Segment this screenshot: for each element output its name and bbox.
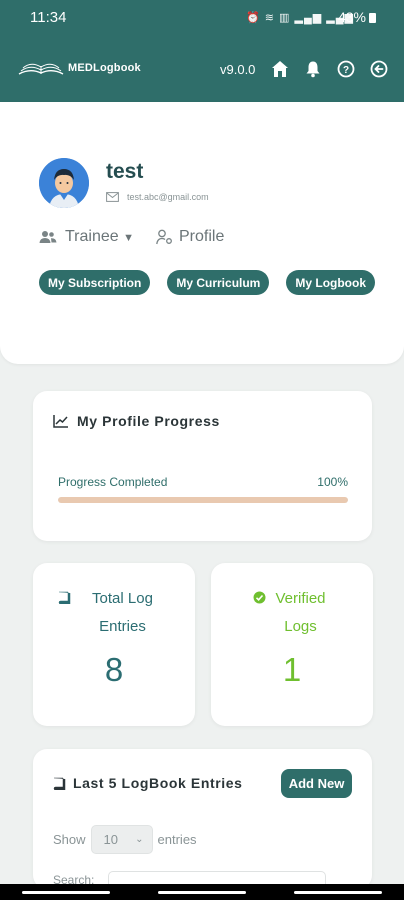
- user-cog-icon: [156, 229, 172, 245]
- total-log-label-row: Total Log Entries: [33, 585, 195, 641]
- entries-label: entries: [157, 832, 197, 847]
- chart-line-icon: [53, 415, 68, 428]
- back-button[interactable]: [294, 891, 382, 894]
- role-select[interactable]: Trainee ▼: [65, 228, 134, 246]
- svg-text:?: ?: [343, 65, 349, 76]
- home-button[interactable]: [158, 891, 246, 894]
- page-size-row: Show 10 ⌄ entries: [53, 825, 197, 854]
- users-icon: [39, 231, 57, 243]
- progress-label: Progress Completed: [58, 475, 168, 489]
- check-circle-icon: [253, 591, 265, 604]
- total-log-entries-card[interactable]: Total Log Entries 8: [33, 563, 195, 726]
- bell-icon[interactable]: [303, 59, 323, 79]
- show-label: Show: [53, 832, 86, 847]
- profile-card: test test.abc@gmail.com Trainee ▼ Profil…: [0, 102, 404, 364]
- page-size-value: 10: [103, 832, 118, 847]
- verified-logs-label: Verified Logs: [275, 590, 326, 635]
- clock: 11:34: [30, 9, 67, 26]
- verified-label-row: Verified Logs: [211, 585, 373, 641]
- my-logbook-button[interactable]: My Logbook: [286, 270, 376, 295]
- profile-actions: My Subscription My Curriculum My Logbook: [39, 270, 376, 295]
- logbook-title: Last 5 LogBook Entries: [53, 775, 243, 791]
- profile-progress-card: My Profile Progress Progress Completed 1…: [33, 391, 372, 541]
- my-subscription-button[interactable]: My Subscription: [39, 270, 151, 295]
- system-nav-bar: [0, 884, 404, 900]
- app-version: v9.0.0: [220, 62, 256, 77]
- avatar[interactable]: [39, 158, 89, 208]
- caret-down-icon: ▼: [123, 232, 134, 244]
- open-book-icon: [16, 58, 66, 78]
- battery-level: 43%: [337, 9, 366, 25]
- verified-logs-count: 1: [282, 651, 302, 688]
- last-logbook-entries-card: Last 5 LogBook Entries Add New Show 10 ⌄…: [33, 749, 372, 895]
- recents-button[interactable]: [22, 891, 110, 894]
- progress-title-text: My Profile Progress: [77, 413, 220, 429]
- chevron-down-icon: ⌄: [135, 834, 144, 845]
- verified-logs-card[interactable]: Verified Logs 1: [211, 563, 373, 726]
- my-curriculum-button[interactable]: My Curriculum: [167, 270, 270, 295]
- progress-bar: [58, 497, 348, 503]
- add-new-button[interactable]: Add New: [281, 769, 352, 798]
- progress-bar-fill: [58, 497, 348, 503]
- user-name: test: [106, 160, 144, 183]
- role-row: Trainee ▼ Profile: [39, 228, 224, 246]
- logbook-title-text: Last 5 LogBook Entries: [73, 775, 243, 791]
- home-icon[interactable]: [270, 59, 290, 79]
- mail-icon: [106, 192, 119, 202]
- progress-value: 100%: [317, 475, 348, 489]
- progress-title: My Profile Progress: [53, 413, 220, 429]
- role-label: Trainee: [65, 228, 119, 245]
- total-log-count: 8: [104, 651, 124, 688]
- help-icon[interactable]: ?: [336, 59, 356, 79]
- profile-link[interactable]: Profile: [156, 228, 224, 246]
- app-header: MEDLogbook v9.0.0 ?: [0, 36, 404, 102]
- email-row: test.abc@gmail.com: [106, 192, 209, 202]
- book-icon: [58, 591, 70, 605]
- status-bar: 11:34 ⏰ ≋ ▥ ▂▄▆ ▂▄▆ 43%: [0, 0, 404, 36]
- profile-link-label: Profile: [179, 228, 225, 245]
- book-icon: [53, 777, 66, 790]
- page-size-select[interactable]: 10 ⌄: [90, 825, 153, 854]
- app-logo[interactable]: MEDLogbook: [16, 58, 141, 78]
- brand-name: MEDLogbook: [68, 62, 141, 74]
- user-email: test.abc@gmail.com: [127, 192, 209, 202]
- total-log-label: Total Log Entries: [92, 590, 153, 635]
- battery-icon: [369, 13, 376, 23]
- logout-icon[interactable]: [369, 59, 389, 79]
